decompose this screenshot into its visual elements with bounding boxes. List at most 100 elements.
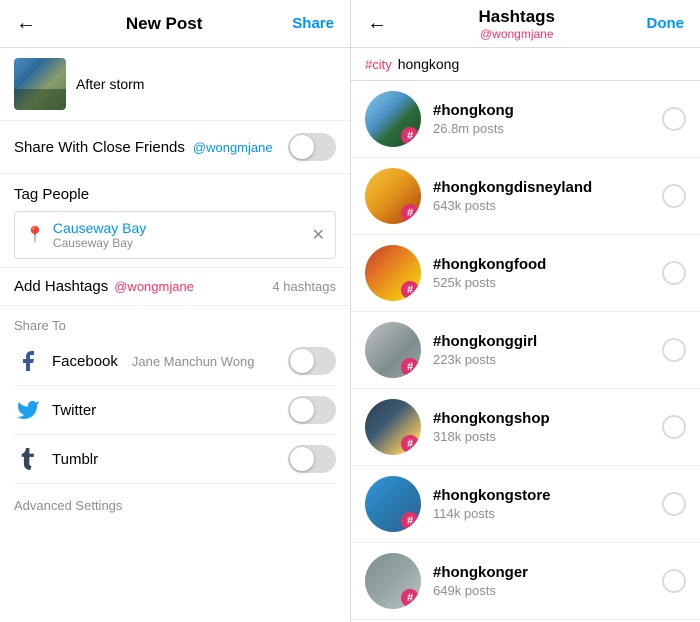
facebook-row: Facebook Jane Manchun Wong — [14, 337, 336, 386]
hashtag-radio[interactable] — [662, 569, 686, 593]
hashtag-name: #hongkonggirl — [433, 333, 662, 350]
hashtags-count: 4 hashtags — [272, 279, 336, 294]
location-left: 📍 Causeway Bay Causeway Bay — [25, 220, 146, 250]
hashtag-posts: 643k posts — [433, 198, 662, 213]
hashtag-info: #hongkongshop 318k posts — [433, 410, 662, 444]
post-caption: After storm — [76, 76, 144, 92]
hashtags-header-username: @wongmjane — [480, 27, 554, 41]
hashtag-badge: # — [401, 512, 419, 530]
hashtag-badge: # — [401, 127, 419, 145]
hashtags-back-button[interactable]: ← — [367, 12, 387, 35]
hashtag-posts: 26.8m posts — [433, 121, 662, 136]
facebook-name: Facebook — [52, 353, 118, 370]
facebook-icon — [14, 347, 42, 375]
hashtag-radio[interactable] — [662, 107, 686, 131]
hashtag-posts: 318k posts — [433, 429, 662, 444]
hashtag-item[interactable]: # #hongkonger 649k posts — [351, 543, 700, 620]
hashtag-item[interactable]: # #hongkonggirl 223k posts — [351, 312, 700, 389]
hashtag-thumb: # — [365, 91, 421, 147]
left-panel: ← New Post Share After storm Share With … — [0, 0, 351, 622]
twitter-name: Twitter — [52, 402, 96, 419]
right-panel: ← Hashtags @wongmjane Done #city # #hong… — [351, 0, 700, 622]
tag-people-section: Tag People 📍 Causeway Bay Causeway Bay ✕ — [0, 174, 350, 267]
hashtags-left: Add Hashtags @wongmjane — [14, 278, 194, 295]
add-hashtags-row[interactable]: Add Hashtags @wongmjane 4 hashtags — [0, 267, 350, 306]
close-friends-label: Share With Close Friends — [14, 139, 185, 156]
advanced-settings[interactable]: Advanced Settings — [0, 484, 350, 527]
hashtag-item[interactable]: # #hongkongfood 525k posts — [351, 235, 700, 312]
hashtag-thumb: # — [365, 476, 421, 532]
hashtag-badge: # — [401, 204, 419, 222]
hashtag-radio[interactable] — [662, 261, 686, 285]
hashtag-list: # #hongkong 26.8m posts # #hongkongdisne… — [351, 81, 700, 622]
location-row[interactable]: 📍 Causeway Bay Causeway Bay ✕ — [14, 211, 336, 259]
page-title: New Post — [126, 14, 203, 34]
hashtag-search-bar: #city — [351, 48, 700, 81]
search-username: #city — [365, 57, 392, 72]
facebook-toggle[interactable] — [288, 347, 336, 375]
hashtag-thumb: # — [365, 245, 421, 301]
share-button[interactable]: Share — [292, 15, 334, 32]
tumblr-name: Tumblr — [52, 451, 98, 468]
hashtag-item[interactable]: # #hongkongshop 318k posts — [351, 389, 700, 466]
hashtag-name: #hongkongstore — [433, 487, 662, 504]
post-thumbnail — [14, 58, 66, 110]
hashtags-title: Hashtags — [478, 7, 555, 27]
hashtag-info: #hongkongstore 114k posts — [433, 487, 662, 521]
back-button[interactable]: ← — [16, 12, 36, 35]
hashtag-name: #hongkonger — [433, 564, 662, 581]
close-friends-left: Share With Close Friends @wongmjane — [14, 139, 273, 156]
hashtag-item[interactable]: # #hongkong 26.8m posts — [351, 81, 700, 158]
tag-people-label: Tag People — [14, 186, 336, 203]
hashtag-info: #hongkonggirl 223k posts — [433, 333, 662, 367]
hashtags-username: @wongmjane — [114, 279, 194, 294]
hashtag-name: #hongkongfood — [433, 256, 662, 273]
hashtag-posts: 649k posts — [433, 583, 662, 598]
close-friends-toggle[interactable] — [288, 133, 336, 161]
share-to-label: Share To — [14, 318, 336, 333]
hashtag-item[interactable]: # #hongkongstore 114k posts — [351, 466, 700, 543]
location-name: Causeway Bay — [53, 220, 146, 236]
twitter-row: Twitter — [14, 386, 336, 435]
facebook-username: Jane Manchun Wong — [132, 354, 255, 369]
close-friends-row: Share With Close Friends @wongmjane — [0, 121, 350, 174]
hashtag-thumb: # — [365, 322, 421, 378]
left-header: ← New Post Share — [0, 0, 350, 48]
hashtag-radio[interactable] — [662, 338, 686, 362]
hashtag-item[interactable]: # #hongkongdisneyland 643k posts — [351, 158, 700, 235]
done-button[interactable]: Done — [647, 15, 685, 32]
twitter-left: Twitter — [14, 396, 96, 424]
hashtags-label: Add Hashtags — [14, 278, 108, 295]
hashtag-name: #hongkongshop — [433, 410, 662, 427]
remove-location-icon[interactable]: ✕ — [312, 225, 325, 245]
location-icon: 📍 — [25, 225, 45, 245]
tumblr-left: Tumblr — [14, 445, 98, 473]
tumblr-icon — [14, 445, 42, 473]
hashtag-thumb: # — [365, 399, 421, 455]
hashtag-radio[interactable] — [662, 492, 686, 516]
post-preview: After storm — [0, 48, 350, 121]
hashtag-info: #hongkong 26.8m posts — [433, 102, 662, 136]
hashtag-info: #hongkonger 649k posts — [433, 564, 662, 598]
tumblr-toggle[interactable] — [288, 445, 336, 473]
right-header: ← Hashtags @wongmjane Done — [351, 0, 700, 48]
facebook-left: Facebook Jane Manchun Wong — [14, 347, 255, 375]
twitter-toggle[interactable] — [288, 396, 336, 424]
hashtag-name: #hongkong — [433, 102, 662, 119]
hashtag-name: #hongkongdisneyland — [433, 179, 662, 196]
hashtag-posts: 525k posts — [433, 275, 662, 290]
hashtag-thumb: # — [365, 553, 421, 609]
hashtag-posts: 223k posts — [433, 352, 662, 367]
hashtag-info: #hongkongfood 525k posts — [433, 256, 662, 290]
hashtag-radio[interactable] — [662, 184, 686, 208]
hashtag-search-input[interactable] — [398, 56, 686, 72]
location-text-group: Causeway Bay Causeway Bay — [53, 220, 146, 250]
tumblr-row: Tumblr — [14, 435, 336, 484]
share-to-section: Share To Facebook Jane Manchun Wong Twit… — [0, 306, 350, 484]
hashtag-badge: # — [401, 435, 419, 453]
hashtag-thumb: # — [365, 168, 421, 224]
location-sub: Causeway Bay — [53, 236, 146, 250]
hashtag-badge: # — [401, 358, 419, 376]
hashtag-radio[interactable] — [662, 415, 686, 439]
twitter-icon — [14, 396, 42, 424]
